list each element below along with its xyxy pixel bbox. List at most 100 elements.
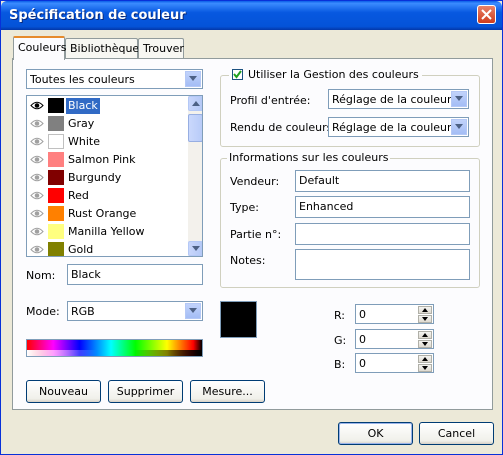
- b-label: B:: [334, 358, 346, 371]
- scroll-up-button[interactable]: [188, 96, 202, 111]
- visibility-toggle[interactable]: [30, 154, 44, 168]
- new-button[interactable]: Nouveau: [26, 380, 101, 403]
- input-profile-select[interactable]: Réglage de la couleur par défaut: [328, 89, 469, 109]
- spectrum-shade: [27, 350, 202, 356]
- color-name: Rust Orange: [68, 207, 137, 220]
- g-value: 0: [359, 333, 366, 346]
- eye-icon: [30, 227, 44, 236]
- input-profile-label: Profil d'entrée:: [230, 94, 311, 107]
- part-number-label: Partie n°:: [230, 228, 282, 241]
- tab-couleurs[interactable]: Couleurs: [13, 36, 66, 60]
- r-decrement-button[interactable]: [418, 315, 432, 323]
- scroll-thumb[interactable]: [188, 114, 202, 142]
- color-list[interactable]: Gold Manilla Yellow Rust Orange Red Burgundy…: [26, 95, 203, 257]
- cancel-button[interactable]: Cancel: [419, 422, 494, 445]
- color-swatch: [48, 206, 64, 221]
- color-name: Gray: [68, 117, 95, 130]
- close-icon: [481, 9, 492, 20]
- visibility-toggle[interactable]: [30, 100, 44, 114]
- g-decrement-button[interactable]: [418, 340, 432, 348]
- scroll-down-button[interactable]: [188, 241, 202, 256]
- color-name: Gold: [68, 243, 94, 256]
- part-number-input[interactable]: [295, 223, 470, 245]
- color-list-item[interactable]: Manilla Yellow: [27, 223, 187, 241]
- mode-label: Mode:: [26, 305, 60, 318]
- b-value: 0: [359, 357, 366, 370]
- visibility-toggle[interactable]: [30, 190, 44, 204]
- delete-button[interactable]: Supprimer: [108, 380, 183, 403]
- color-list-item[interactable]: Salmon Pink: [27, 151, 187, 169]
- vertical-scrollbar[interactable]: [188, 96, 202, 256]
- chevron-down-icon[interactable]: [451, 119, 467, 135]
- color-preview-swatch: [220, 301, 257, 338]
- visibility-toggle[interactable]: [30, 118, 44, 132]
- vendor-label: Vendeur:: [230, 175, 280, 188]
- rendering-value: Réglage de la couleur par défaut: [332, 121, 451, 134]
- visibility-toggle[interactable]: [30, 226, 44, 240]
- color-list-item[interactable]: White: [27, 133, 187, 151]
- r-label: R:: [334, 309, 346, 322]
- color-swatch: [48, 242, 64, 256]
- measure-button[interactable]: Mesure...: [190, 380, 265, 403]
- color-management-label: Utiliser la Gestion des couleurs: [248, 68, 419, 81]
- color-list-item[interactable]: Black: [27, 97, 187, 115]
- visibility-toggle[interactable]: [30, 172, 44, 186]
- color-list-item[interactable]: Red: [27, 187, 187, 205]
- color-list-item[interactable]: Burgundy: [27, 169, 187, 187]
- eye-icon: [30, 209, 44, 218]
- chevron-down-icon[interactable]: [185, 71, 201, 87]
- notes-label: Notes:: [230, 254, 266, 267]
- tab-bibliotheque[interactable]: Bibliothèque: [65, 38, 139, 58]
- color-source-value: Toutes les couleurs: [30, 73, 135, 86]
- name-input[interactable]: Black: [67, 264, 203, 285]
- type-value: Enhanced: [299, 200, 354, 213]
- color-name: Burgundy: [68, 171, 122, 184]
- color-swatch: [48, 98, 64, 113]
- ok-button[interactable]: OK: [338, 422, 413, 445]
- vendor-value: Default: [299, 174, 340, 187]
- name-input-value: Black: [71, 268, 101, 281]
- r-value: 0: [359, 308, 366, 321]
- input-profile-value: Réglage de la couleur par défaut: [332, 93, 451, 106]
- chevron-down-icon[interactable]: [185, 303, 201, 319]
- eye-icon: [30, 245, 44, 254]
- eye-icon: [30, 137, 44, 146]
- color-info-title: Informations sur les couleurs: [227, 151, 391, 164]
- color-name: Manilla Yellow: [68, 225, 145, 238]
- color-name: Red: [68, 189, 89, 202]
- rendering-select[interactable]: Réglage de la couleur par défaut: [328, 117, 469, 137]
- color-swatch: [48, 170, 64, 185]
- eye-icon: [30, 191, 44, 200]
- visibility-toggle[interactable]: [30, 244, 44, 256]
- visibility-toggle[interactable]: [30, 208, 44, 222]
- color-list-item[interactable]: Rust Orange: [27, 205, 187, 223]
- r-spinner[interactable]: 0: [355, 304, 434, 324]
- b-increment-button[interactable]: [418, 355, 432, 363]
- mode-select[interactable]: RGB: [67, 301, 203, 321]
- type-label: Type:: [230, 201, 259, 214]
- checkmark-icon: [233, 70, 242, 79]
- g-spinner[interactable]: 0: [355, 329, 434, 349]
- color-spectrum-slider[interactable]: [26, 339, 203, 357]
- title-bar[interactable]: Spécification de couleur: [1, 1, 502, 30]
- g-increment-button[interactable]: [418, 331, 432, 339]
- color-management-header: Utiliser la Gestion des couleurs: [229, 68, 422, 81]
- color-name: Salmon Pink: [68, 153, 136, 166]
- eye-icon: [30, 155, 44, 164]
- chevron-down-icon[interactable]: [451, 91, 467, 107]
- window-title: Spécification de couleur: [9, 8, 186, 23]
- color-swatch: [48, 224, 64, 239]
- type-input[interactable]: Enhanced: [295, 196, 470, 218]
- color-list-item[interactable]: Gold: [27, 241, 187, 256]
- b-spinner[interactable]: 0: [355, 353, 434, 373]
- color-management-checkbox[interactable]: [232, 69, 243, 80]
- visibility-toggle[interactable]: [30, 136, 44, 150]
- color-list-item[interactable]: Gray: [27, 115, 187, 133]
- r-increment-button[interactable]: [418, 306, 432, 314]
- b-decrement-button[interactable]: [418, 364, 432, 372]
- color-source-select[interactable]: Toutes les couleurs: [26, 69, 203, 89]
- notes-input[interactable]: [295, 249, 470, 280]
- vendor-input[interactable]: Default: [295, 170, 470, 192]
- tab-trouver[interactable]: Trouver: [138, 38, 184, 58]
- close-button[interactable]: [477, 5, 496, 24]
